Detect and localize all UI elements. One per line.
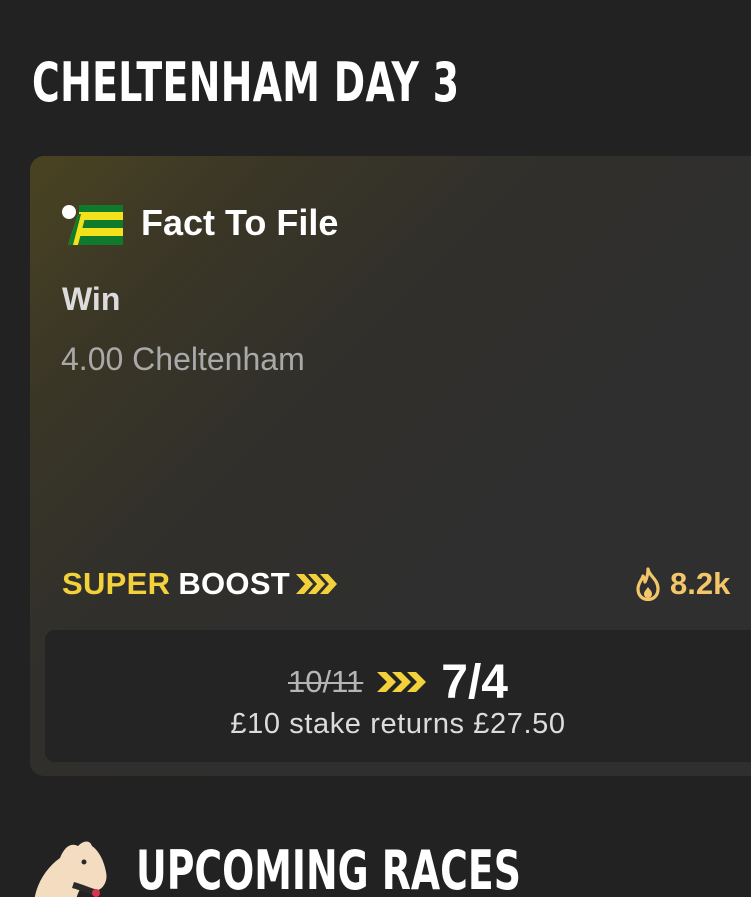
- flame-icon: [636, 567, 660, 601]
- triple-chevron-icon: [296, 574, 338, 594]
- super-boost-label: SUPER BOOST: [62, 564, 338, 604]
- page-heading: CHELTENHAM DAY 3: [32, 51, 460, 114]
- runner-name: Fact To File: [141, 202, 339, 243]
- stake-returns-text: £10 stake returns £27.50: [230, 708, 566, 740]
- upcoming-races-title: UPCOMING RACES: [136, 839, 521, 897]
- event-name: 4.00 Cheltenham: [61, 341, 305, 377]
- jockey-silks-icon: [62, 205, 123, 245]
- odds-button[interactable]: 10/11 7/4 £10 stake returns £27.50: [45, 630, 751, 762]
- popularity-count: 8.2k: [670, 566, 731, 601]
- triple-chevron-icon: [377, 672, 427, 692]
- odds-row: 10/11 7/4: [45, 654, 751, 710]
- boost-word-text: BOOST: [178, 566, 291, 601]
- boosted-odds: 7/4: [441, 655, 508, 709]
- market-type: Win: [62, 281, 121, 317]
- boost-super-text: SUPER: [62, 566, 171, 601]
- page: CHELTENHAM DAY 3 Fact To File Win 4.00 C…: [0, 0, 751, 897]
- old-odds: 10/11: [287, 664, 364, 699]
- super-boost-card[interactable]: Fact To File Win 4.00 Cheltenham SUPER B…: [30, 156, 751, 776]
- horse-head-icon: [34, 841, 107, 897]
- popularity-indicator: 8.2k: [634, 564, 730, 604]
